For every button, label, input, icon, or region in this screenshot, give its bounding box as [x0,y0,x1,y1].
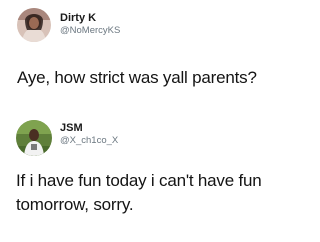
profile-photo-icon[interactable] [17,8,51,42]
user-handle[interactable]: @NoMercyKS [60,25,120,37]
tweet-text: If i have fun today i can't have fun tom… [16,169,288,217]
profile-photo-icon[interactable] [16,120,52,156]
display-name[interactable]: Dirty K [60,12,96,25]
tweet-question: Dirty K @NoMercyKS Aye, how strict was y… [0,0,300,112]
display-name[interactable]: JSM [60,122,83,135]
user-handle[interactable]: @X_ch1co_X [60,135,118,147]
tweet-reply: JSM @X_ch1co_X If i have fun today i can… [0,112,300,242]
tweet-header: Dirty K @NoMercyKS [0,0,300,50]
tweet-text-line: If i have fun today i can't have fun [16,171,262,190]
tweet-header: JSM @X_ch1co_X [0,112,300,162]
tweet-text-line: Aye, how strict was yall parents? [17,68,257,87]
tweet-text-line: tomorrow, sorry. [16,195,134,214]
tweet-text: Aye, how strict was yall parents? [17,66,289,90]
